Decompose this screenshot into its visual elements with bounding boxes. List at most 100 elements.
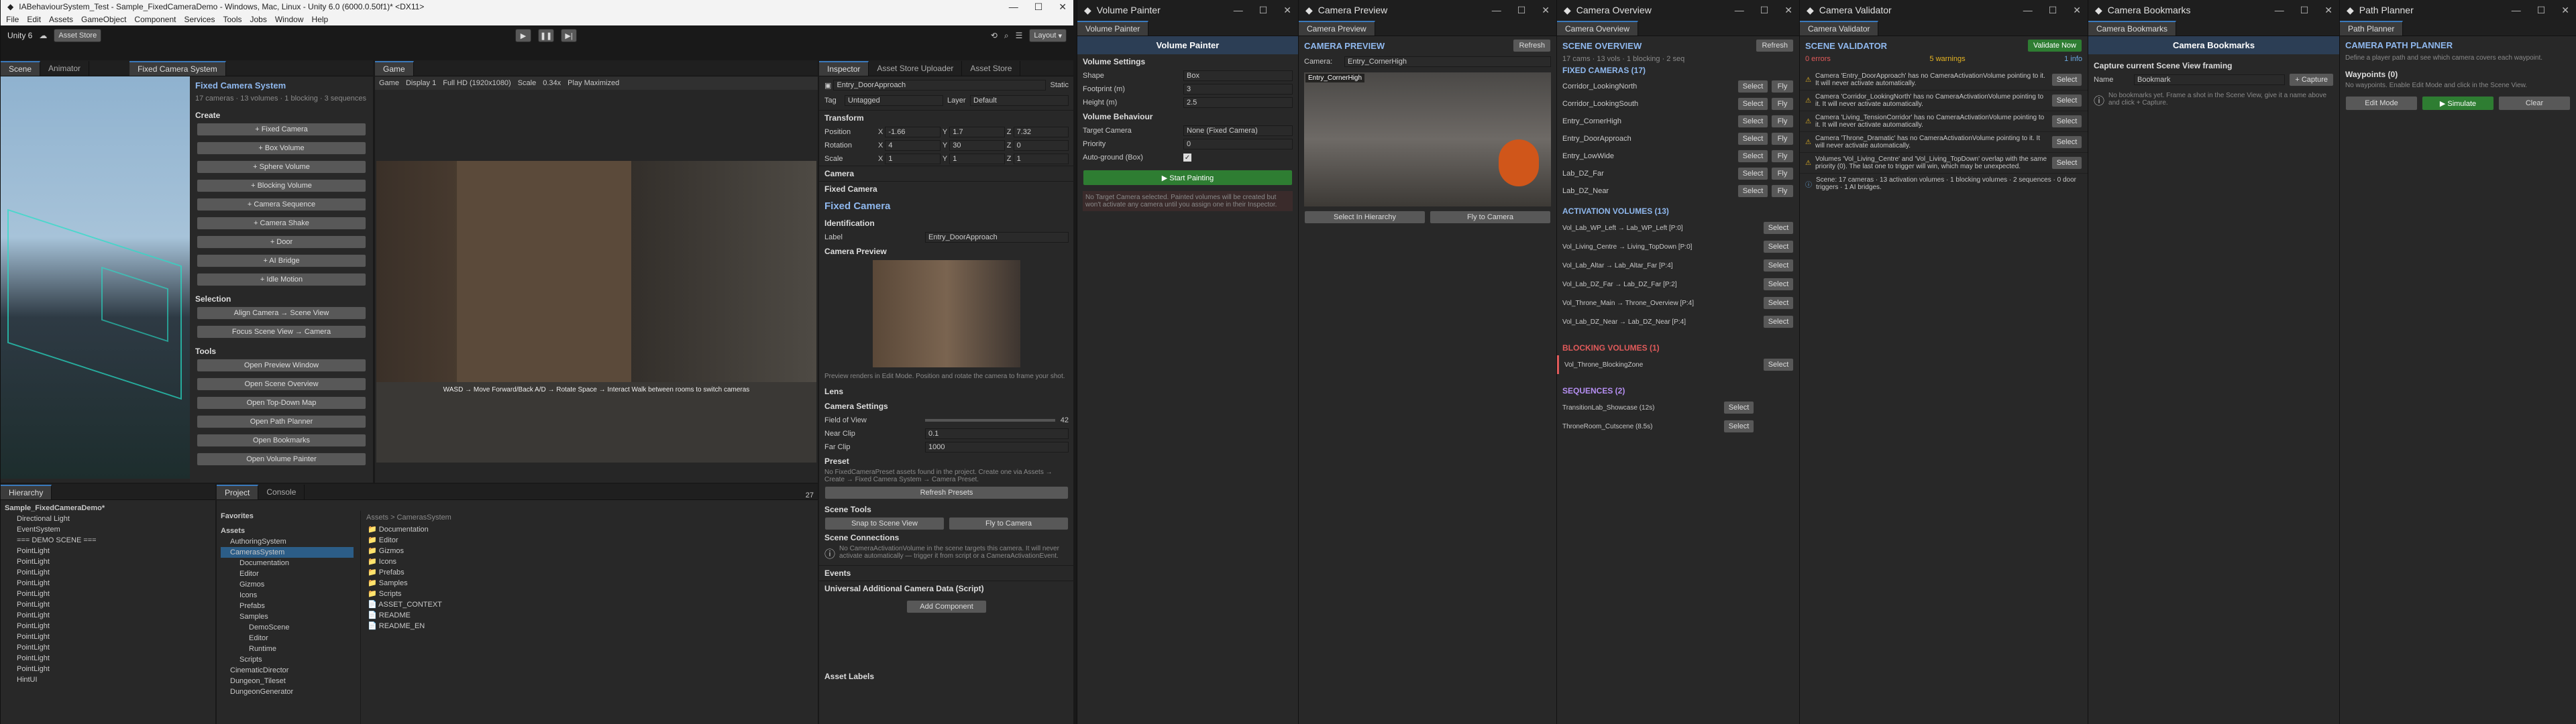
file-item[interactable]: 📄 README <box>368 610 811 621</box>
menu-services[interactable]: Services <box>184 15 215 24</box>
cloud-icon[interactable]: ☁ <box>39 31 47 40</box>
hierarchy-item[interactable]: PointLight <box>5 642 211 653</box>
resolution-dropdown[interactable]: Full HD (1920x1080) <box>443 79 511 87</box>
folder-item[interactable]: CinematicDirector <box>221 665 354 676</box>
tab-hierarchy[interactable]: Hierarchy <box>1 485 52 499</box>
open-volume-painter-button[interactable]: Open Volume Painter <box>197 452 366 466</box>
folder-item[interactable]: Runtime <box>221 644 354 654</box>
file-item[interactable]: 📄 README_EN <box>368 621 811 631</box>
camera-fly-button[interactable]: Fly <box>1771 149 1794 163</box>
blocking-select-button[interactable]: Select <box>1763 358 1794 371</box>
camera-select-button[interactable]: Select <box>1737 184 1768 198</box>
folder-item[interactable]: Documentation <box>221 558 354 568</box>
camera-component-header[interactable]: Camera <box>819 166 1073 181</box>
focus-scene-view-button[interactable]: Focus Scene View → Camera <box>197 325 366 339</box>
display-dropdown[interactable]: Display 1 <box>406 79 436 87</box>
folder-item[interactable]: Icons <box>221 590 354 601</box>
hierarchy-item[interactable]: EventSystem <box>5 524 211 535</box>
close-icon[interactable]: ✕ <box>1542 5 1550 16</box>
volume-select-button[interactable]: Select <box>1763 278 1794 291</box>
add-blocking-volume-button[interactable]: + Blocking Volume <box>197 179 366 192</box>
sequence-select-button[interactable]: Select <box>1723 420 1754 433</box>
hierarchy-item[interactable]: PointLight <box>5 610 211 621</box>
account-button[interactable]: Unity 6 <box>7 31 32 40</box>
tab-camera-validator[interactable]: Camera Validator <box>1800 21 1879 36</box>
undo-history-icon[interactable]: ⟲ <box>991 31 998 40</box>
asset-store-button[interactable]: Asset Store <box>54 29 102 42</box>
maximize-icon[interactable]: ☐ <box>1259 5 1268 16</box>
hierarchy-item[interactable]: PointLight <box>5 631 211 642</box>
menu-edit[interactable]: Edit <box>27 15 41 24</box>
add-door-button[interactable]: + Door <box>197 235 366 249</box>
add-sphere-volume-button[interactable]: + Sphere Volume <box>197 160 366 174</box>
volume-select-button[interactable]: Select <box>1763 315 1794 328</box>
file-item[interactable]: 📁 Icons <box>368 556 811 567</box>
layout-dropdown[interactable]: Layout ▾ <box>1029 29 1067 42</box>
step-button[interactable]: ▶| <box>561 29 578 42</box>
menu-jobs[interactable]: Jobs <box>250 15 266 24</box>
hierarchy-item[interactable]: PointLight <box>5 621 211 631</box>
hierarchy-item[interactable]: HintUI <box>5 674 211 685</box>
select-in-hierarchy-button[interactable]: Select In Hierarchy <box>1304 210 1426 224</box>
tab-path-planner[interactable]: Path Planner <box>2340 21 2404 36</box>
open-scene-overview-button[interactable]: Open Scene Overview <box>197 377 366 391</box>
auto-ground-checkbox[interactable]: ✓ <box>1183 154 1191 162</box>
camera-select-button[interactable]: Select <box>1737 132 1768 145</box>
minimize-icon[interactable]: — <box>1009 1 1018 13</box>
menu-component[interactable]: Component <box>134 15 176 24</box>
hierarchy-item[interactable]: PointLight <box>5 546 211 556</box>
minimize-icon[interactable]: — <box>2275 5 2284 16</box>
fly-to-camera-button[interactable]: Fly to Camera <box>949 517 1069 530</box>
hierarchy-item[interactable]: === DEMO SCENE === <box>5 535 211 546</box>
camera-select-button[interactable]: Select <box>1737 149 1768 163</box>
folder-item[interactable]: Gizmos <box>221 579 354 590</box>
minimize-icon[interactable]: — <box>2023 5 2033 16</box>
height-field[interactable]: 2.5 <box>1183 97 1293 108</box>
close-icon[interactable]: ✕ <box>1784 5 1792 16</box>
hierarchy-scene-root[interactable]: Sample_FixedCameraDemo* <box>5 503 211 514</box>
volume-select-button[interactable]: Select <box>1763 240 1794 253</box>
maximize-icon[interactable]: ☐ <box>1034 1 1043 13</box>
uacd-component-header[interactable]: Universal Additional Camera Data (Script… <box>819 581 1073 596</box>
scale-x[interactable]: 1 <box>885 154 941 164</box>
layer-dropdown[interactable]: Default <box>970 95 1069 106</box>
camera-select-button[interactable]: Select <box>1737 80 1768 93</box>
menu-file[interactable]: File <box>6 15 19 24</box>
issue-select-button[interactable]: Select <box>2051 135 2082 149</box>
tab-camera-overview[interactable]: Camera Overview <box>1557 21 1639 36</box>
tab-asset-store[interactable]: Asset Store <box>962 61 1021 76</box>
layers-icon[interactable]: ☰ <box>1016 31 1023 40</box>
camera-fly-button[interactable]: Fly <box>1771 115 1794 128</box>
clear-button[interactable]: Clear <box>2498 96 2571 111</box>
open-preview-window-button[interactable]: Open Preview Window <box>197 359 366 372</box>
label-field[interactable]: Entry_DoorApproach <box>925 232 1069 243</box>
issue-select-button[interactable]: Select <box>2051 115 2082 128</box>
minimize-icon[interactable]: — <box>1492 5 1501 16</box>
file-item[interactable]: 📁 Editor <box>368 535 811 546</box>
tab-animator[interactable]: Animator <box>40 61 90 76</box>
hierarchy-item[interactable]: PointLight <box>5 567 211 578</box>
project-breadcrumb[interactable]: Assets > CamerasSystem <box>361 511 818 524</box>
pause-button[interactable]: ❚❚ <box>538 29 555 42</box>
align-camera-button[interactable]: Align Camera → Scene View <box>197 306 366 320</box>
transform-header[interactable]: Transform <box>819 110 1073 125</box>
menu-help[interactable]: Help <box>312 15 329 24</box>
close-icon[interactable]: ✕ <box>2561 5 2569 16</box>
minimize-icon[interactable]: — <box>1234 5 1243 16</box>
folder-item[interactable]: Scripts <box>221 654 354 665</box>
fov-value[interactable]: 42 <box>1061 416 1069 424</box>
snap-to-scene-view-button[interactable]: Snap to Scene View <box>824 517 945 530</box>
hierarchy-item[interactable]: PointLight <box>5 599 211 610</box>
fov-slider[interactable] <box>925 419 1055 422</box>
camera-fly-button[interactable]: Fly <box>1771 167 1794 180</box>
folder-item[interactable]: Dungeon_Tileset <box>221 676 354 686</box>
refresh-presets-button[interactable]: Refresh Presets <box>824 486 1069 499</box>
maximize-icon[interactable]: ☐ <box>1760 5 1769 16</box>
close-icon[interactable]: ✕ <box>1059 1 1067 13</box>
camera-select-button[interactable]: Select <box>1737 167 1768 180</box>
rot-x[interactable]: 4 <box>885 140 941 151</box>
issue-select-button[interactable]: Select <box>2051 156 2082 170</box>
near-clip-field[interactable]: 0.1 <box>925 428 1069 439</box>
simulate-button[interactable]: ▶ Simulate <box>2422 96 2494 111</box>
tab-console[interactable]: Console <box>258 485 305 499</box>
